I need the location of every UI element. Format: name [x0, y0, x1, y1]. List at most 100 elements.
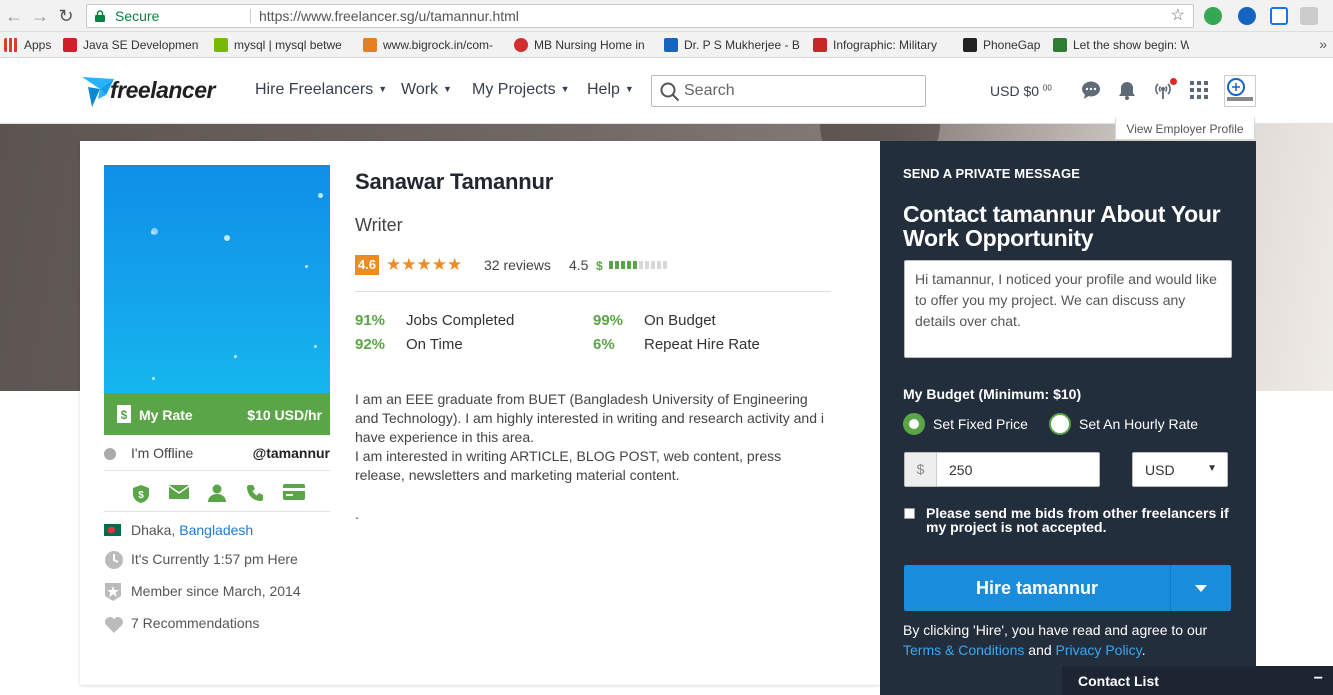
local-time-text: It's Currently 1:57 pm Here: [131, 551, 298, 567]
caret-down-icon: ▼: [443, 84, 452, 94]
currency-value: USD: [1145, 462, 1175, 478]
my-rate-bar: $ My Rate $10 USD/hr: [104, 393, 330, 435]
caret-down-icon: ▼: [560, 84, 570, 94]
messages-icon[interactable]: [1081, 80, 1101, 100]
hire-button[interactable]: Hire tamannur: [904, 565, 1171, 611]
contact-list-bar[interactable]: Contact List −: [1062, 666, 1333, 695]
status-text: I'm Offline: [131, 445, 194, 461]
budget-amount-input[interactable]: [949, 460, 1089, 480]
apps-grid-icon: [4, 38, 18, 52]
card-verified-icon[interactable]: [283, 484, 305, 500]
bookmark-star-icon[interactable]: ☆: [1171, 5, 1185, 27]
bookmarks-bar: Apps Java SE Development mysql | mysql b…: [0, 32, 1333, 58]
back-icon[interactable]: ←: [4, 6, 24, 26]
bookmark-infographic[interactable]: Infographic: Military: [813, 37, 949, 53]
contact-title: Contact tamannur About Your Work Opportu…: [903, 201, 1221, 251]
phone-verified-icon[interactable]: [246, 484, 264, 502]
bookmark-mukherjee[interactable]: Dr. P S Mukherjee - B: [664, 37, 800, 53]
bookmark-label: mysql | mysql betwe: [234, 38, 342, 52]
nav-hire-freelancers[interactable]: Hire Freelancers ▼: [255, 81, 387, 99]
mb-nursing-icon: [514, 38, 528, 52]
sparkle: [314, 345, 317, 348]
reviews-count[interactable]: 32 reviews: [484, 257, 551, 273]
caret-down-icon: ▼: [1207, 463, 1217, 474]
privacy-link[interactable]: Privacy Policy: [1056, 642, 1142, 658]
toi-icon: [813, 38, 827, 52]
extension-check-icon[interactable]: [1204, 7, 1222, 25]
company-logo-icon: [1227, 78, 1253, 101]
address-bar[interactable]: Secure https://www.freelancer.sg/u/taman…: [86, 4, 1194, 28]
bookmark-apps[interactable]: Apps: [4, 37, 51, 53]
stat-label: Repeat Hire Rate: [644, 336, 760, 353]
earnings-segment-filled: [633, 261, 637, 269]
contact-heading: SEND A PRIVATE MESSAGE: [903, 166, 1081, 181]
earnings-segment-empty: [663, 261, 667, 269]
apps-grid-icon[interactable]: [1189, 80, 1209, 100]
currency-select[interactable]: USD ▼: [1132, 452, 1228, 487]
java-icon: [63, 38, 77, 52]
extension-g-icon[interactable]: [1300, 7, 1318, 25]
lock-icon: [95, 10, 105, 22]
earnings-segment-empty: [651, 261, 655, 269]
bookmarks-more-button[interactable]: »: [1319, 36, 1327, 52]
site-header: freelancer Hire Freelancers ▼ Work ▼ My Pr…: [0, 58, 1333, 124]
notifications-bell-icon[interactable]: [1117, 80, 1137, 100]
other-bids-label: Please send me bids from other freelance…: [926, 505, 1229, 535]
bookmark-phonegap[interactable]: PhoneGap: [963, 37, 1053, 53]
sparkle: [305, 265, 308, 268]
separator: [250, 9, 251, 23]
online-status: I'm Offline @tamannur: [104, 444, 330, 464]
stat-percent: 6%: [593, 336, 615, 353]
search-box: [651, 75, 926, 107]
search-input[interactable]: [684, 80, 914, 102]
terms-link[interactable]: Terms & Conditions: [903, 642, 1024, 658]
message-textarea[interactable]: Hi tamannur, I noticed your profile and …: [904, 260, 1232, 358]
recommendations-text: 7 Recommendations: [131, 615, 260, 631]
bookmark-java[interactable]: Java SE Development: [63, 37, 199, 53]
extension-screen-icon[interactable]: [1270, 7, 1288, 25]
sparkle: [234, 355, 237, 358]
earnings-segment-filled: [609, 261, 613, 269]
description-trailing: .: [355, 506, 359, 522]
location-country-link[interactable]: Bangladesh: [179, 522, 253, 538]
freelancer-name: Sanawar Tamannur: [355, 169, 554, 194]
account-balance[interactable]: USD $0 00: [990, 83, 1052, 99]
bookmark-label: Java SE Development: [83, 38, 199, 52]
extension-c-icon[interactable]: [1238, 7, 1256, 25]
bookmark-show-begin[interactable]: Let the show begin: W: [1053, 37, 1189, 53]
minimize-icon[interactable]: −: [1314, 670, 1323, 688]
sparkle: [318, 193, 323, 198]
verifications-row: $: [104, 470, 330, 512]
notification-dot: [1170, 78, 1177, 85]
nav-work[interactable]: Work ▼: [401, 81, 452, 99]
other-bids-checkbox[interactable]: [904, 508, 915, 519]
bookmark-label: MB Nursing Home in: [534, 38, 645, 52]
bigrock-icon: [363, 38, 377, 52]
hire-dropdown-button[interactable]: [1172, 565, 1231, 611]
nav-help[interactable]: Help ▼: [587, 81, 634, 99]
logo-wordmark: freelancer: [110, 77, 215, 103]
dollar-icon: $: [596, 259, 603, 271]
url-text[interactable]: https://www.freelancer.sg/u/tamannur.htm…: [259, 5, 519, 27]
email-verified-icon[interactable]: [169, 484, 189, 500]
terms-and: and: [1024, 642, 1056, 658]
bookmark-mb-nursing[interactable]: MB Nursing Home in: [514, 37, 650, 53]
user-avatar[interactable]: [1224, 75, 1256, 107]
earnings-segment-filled: [621, 261, 625, 269]
reload-icon[interactable]: ↻: [56, 6, 76, 26]
bookmark-bigrock[interactable]: www.bigrock.in/com-: [363, 37, 499, 53]
view-employer-profile-link[interactable]: View Employer Profile: [1115, 118, 1255, 140]
budget-label: My Budget (Minimum: $10): [903, 386, 1082, 402]
stat-label: Jobs Completed: [406, 312, 515, 329]
payment-verified-icon[interactable]: $: [132, 484, 150, 504]
forward-icon[interactable]: →: [30, 6, 50, 26]
profile-verified-icon[interactable]: [208, 484, 226, 502]
earnings-segment-empty: [639, 261, 643, 269]
stat-label: On Budget: [644, 312, 716, 329]
freelancer-title: Writer: [355, 215, 403, 235]
bookmark-label: Apps: [24, 38, 52, 52]
bookmark-mysql[interactable]: mysql | mysql betwe: [214, 37, 350, 53]
nav-my-projects[interactable]: My Projects ▼: [472, 81, 570, 99]
show-begin-icon: [1053, 38, 1067, 52]
earnings-segment-empty: [657, 261, 661, 269]
